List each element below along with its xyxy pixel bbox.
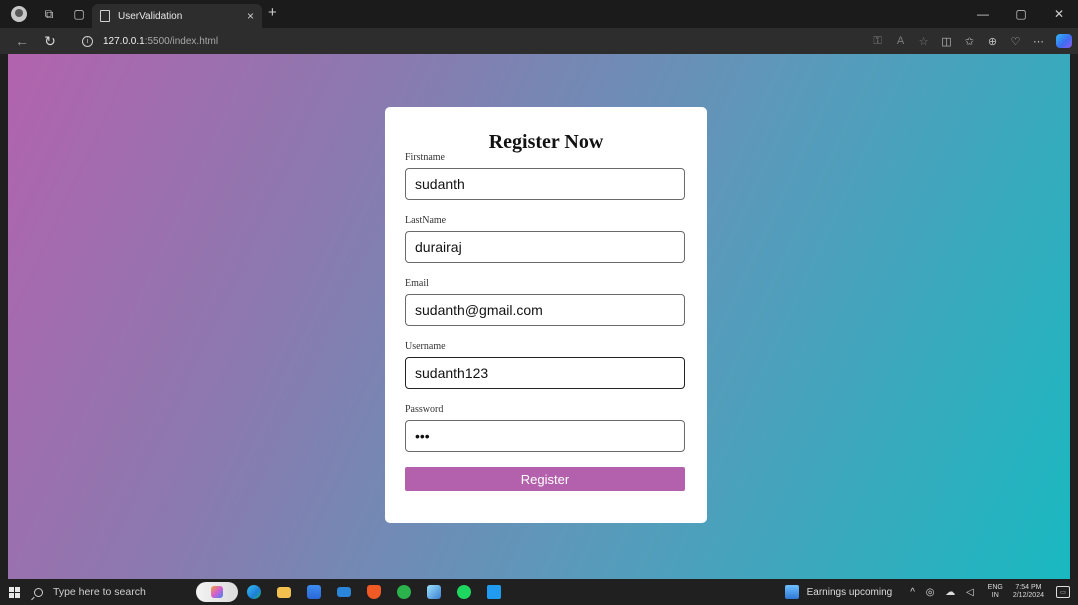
tab-close-icon[interactable]: × bbox=[247, 9, 254, 23]
lang-top: ENG bbox=[987, 584, 1003, 591]
lang-bottom: IN bbox=[991, 592, 999, 599]
restore-icon[interactable]: ▢ bbox=[1002, 0, 1040, 28]
password-input[interactable] bbox=[405, 420, 685, 452]
clock-date: 2/12/2024 bbox=[1012, 592, 1044, 599]
password-label: Password bbox=[405, 404, 444, 415]
window-controls: — ▢ ✕ bbox=[964, 0, 1078, 28]
whatsapp-icon bbox=[397, 585, 411, 599]
brave-icon bbox=[367, 585, 381, 599]
username-label: Username bbox=[405, 341, 446, 352]
workspaces-icon[interactable]: ⧉ bbox=[38, 3, 60, 25]
clock[interactable]: 7:54 PM 2/12/2024 bbox=[1013, 584, 1044, 600]
edge-taskbar-button[interactable] bbox=[240, 579, 268, 605]
clock-time: 7:54 PM bbox=[1015, 584, 1042, 591]
collections-icon[interactable]: ⊕ bbox=[981, 35, 1004, 48]
url-host: 127.0.0.1 bbox=[103, 35, 145, 47]
system-tray: Earnings upcoming ^ ◎ ☁ ◁ ENG IN 7:54 PM… bbox=[784, 579, 1078, 605]
tab-title: UserValidation bbox=[118, 10, 183, 22]
browser-tab-strip: ⧉ ▢ UserValidation × + — ▢ ✕ bbox=[0, 0, 1078, 28]
folder-icon bbox=[277, 586, 291, 598]
language-indicator[interactable]: ENG IN bbox=[988, 584, 1003, 600]
back-arrow-icon[interactable]: ← bbox=[10, 30, 34, 52]
page-viewport: Register Now Firstname LastName Email Us… bbox=[8, 54, 1070, 579]
page-icon bbox=[100, 10, 110, 22]
search-icon bbox=[34, 587, 43, 597]
profile-button[interactable] bbox=[8, 3, 30, 25]
form-title: Register Now bbox=[488, 131, 604, 153]
copilot-taskbar-button[interactable] bbox=[196, 582, 238, 602]
copilot-icon[interactable] bbox=[1056, 34, 1072, 48]
reload-icon[interactable]: ↻ bbox=[38, 30, 62, 52]
store-icon bbox=[307, 585, 321, 599]
edge-icon bbox=[247, 585, 261, 599]
firstname-input[interactable] bbox=[405, 168, 685, 200]
address-toolbar: ← ↻ i 127.0.0.1 :5500/index.html ⚿ A ☆ ◫… bbox=[0, 28, 1078, 54]
app-icon bbox=[427, 585, 441, 599]
register-button[interactable]: Register bbox=[405, 467, 685, 491]
taskbar: Type here to search Earnings upcoming ^ … bbox=[0, 579, 1078, 605]
favorite-star-icon[interactable]: ☆ bbox=[912, 35, 935, 48]
address-bar[interactable]: i 127.0.0.1 :5500/index.html bbox=[82, 31, 802, 51]
vscode-icon bbox=[487, 585, 501, 599]
favorites-icon[interactable]: ✩ bbox=[958, 35, 981, 48]
news-widget[interactable]: Earnings upcoming bbox=[807, 587, 893, 598]
tab-actions-icon[interactable]: ▢ bbox=[68, 3, 90, 25]
url-path: :5500/index.html bbox=[144, 35, 219, 47]
toolbar-actions: ⚿ A ☆ ◫ ✩ ⊕ ♡ ⋯ bbox=[866, 31, 1072, 51]
brave-taskbar-button[interactable] bbox=[360, 579, 388, 605]
mail-icon bbox=[337, 587, 351, 597]
split-screen-icon[interactable]: ◫ bbox=[935, 35, 958, 48]
username-input[interactable] bbox=[405, 357, 685, 389]
profile-avatar-icon bbox=[11, 6, 27, 22]
app-taskbar-button[interactable] bbox=[420, 579, 448, 605]
active-tab[interactable]: UserValidation × bbox=[92, 4, 262, 28]
email-label: Email bbox=[405, 278, 429, 289]
start-button[interactable] bbox=[0, 579, 28, 605]
lastname-label: LastName bbox=[405, 215, 447, 226]
key-icon[interactable]: ⚿ bbox=[866, 35, 889, 48]
minimize-icon[interactable]: — bbox=[964, 0, 1002, 28]
windows-logo-icon bbox=[8, 586, 20, 598]
close-window-icon[interactable]: ✕ bbox=[1040, 0, 1078, 28]
store-taskbar-button[interactable] bbox=[300, 579, 328, 605]
browser-essentials-icon[interactable]: ♡ bbox=[1004, 35, 1027, 48]
search-placeholder: Type here to search bbox=[53, 586, 146, 598]
whatsapp-taskbar-button[interactable] bbox=[390, 579, 418, 605]
spotify-icon bbox=[457, 585, 471, 599]
tray-icons[interactable]: ^ ◎ ☁ ◁ bbox=[910, 587, 977, 598]
copilot-app-icon bbox=[211, 586, 223, 598]
vscode-taskbar-button[interactable] bbox=[480, 579, 508, 605]
read-aloud-icon[interactable]: A bbox=[889, 35, 912, 47]
register-form: Register Now Firstname LastName Email Us… bbox=[385, 107, 707, 523]
lastname-input[interactable] bbox=[405, 231, 685, 263]
new-tab-button[interactable]: + bbox=[268, 4, 277, 21]
taskbar-search[interactable]: Type here to search bbox=[34, 581, 176, 603]
site-info-icon[interactable]: i bbox=[82, 35, 93, 47]
mail-taskbar-button[interactable] bbox=[330, 579, 358, 605]
email-input[interactable] bbox=[405, 294, 685, 326]
notification-icon[interactable]: ▭ bbox=[1056, 586, 1070, 598]
news-icon bbox=[784, 585, 799, 599]
spotify-taskbar-button[interactable] bbox=[450, 579, 478, 605]
more-icon[interactable]: ⋯ bbox=[1027, 35, 1050, 48]
file-explorer-taskbar-button[interactable] bbox=[270, 579, 298, 605]
